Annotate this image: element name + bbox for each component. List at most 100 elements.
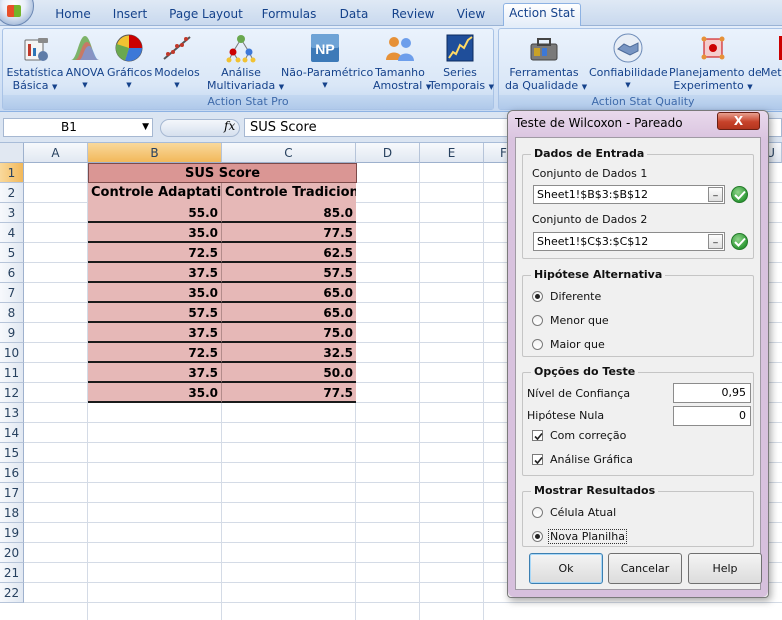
row-header[interactable]: 6 [0,263,24,283]
dropdown-arrow-icon: ▼ [625,81,631,89]
column-header-e[interactable]: E [420,143,484,163]
tab-insert[interactable]: Insert [108,5,152,26]
row-header[interactable]: 15 [0,443,24,463]
tab-page-layout[interactable]: Page Layout [168,5,244,26]
null-hypothesis-input[interactable]: 0 [673,406,751,426]
toolbox-icon [530,38,558,61]
name-box[interactable]: B1 ▼ [3,118,153,137]
column-header-a[interactable]: A [24,143,88,163]
cancel-button[interactable]: Cancelar [608,553,682,584]
handshake-icon [613,33,643,63]
row-header[interactable]: 19 [0,523,24,543]
row-header[interactable]: 5 [0,243,24,263]
column-header-c[interactable]: C [222,143,356,163]
function-icon[interactable]: fx [224,119,235,133]
close-icon[interactable]: X [717,112,760,130]
dataset2-input[interactable]: Sheet1!$C$3:$C$12 _ [533,232,725,251]
header-controle-tradicional[interactable]: Controle Tradicional [222,183,356,203]
row-header[interactable]: 17 [0,483,24,503]
header-controle-adaptativo[interactable]: Controle Adaptativo [88,183,222,203]
column-gridline [483,163,484,620]
row-header[interactable]: 8 [0,303,24,323]
row-header[interactable]: 21 [0,563,24,583]
row-header[interactable]: 11 [0,363,24,383]
data-cell[interactable]: 57.5 [222,263,356,283]
tab-home[interactable]: Home [52,5,94,26]
row-header[interactable]: 18 [0,503,24,523]
radio-nova-planilha[interactable] [532,531,543,542]
tab-formulas[interactable]: Formulas [258,5,320,26]
data-cell[interactable]: 75.0 [222,323,356,343]
data-cell[interactable]: 57.5 [88,303,222,323]
data-cell[interactable]: 62.5 [222,243,356,263]
range-select-button[interactable]: _ [708,234,723,249]
row-header[interactable]: 4 [0,223,24,243]
analise-multivariada-button[interactable]: Análise Multivariada ▼ [207,32,284,94]
tab-review[interactable]: Review [388,5,438,26]
select-all-corner[interactable] [0,143,24,163]
data-cell[interactable]: 65.0 [222,303,356,323]
checkbox-analise-grafica[interactable] [532,454,543,465]
tab-view[interactable]: View [452,5,490,26]
row-header[interactable]: 3 [0,203,24,223]
alternative-hypothesis-group: Hipótese Alternativa Diferente Menor que… [522,268,754,357]
chevron-down-icon[interactable]: ▼ [142,119,149,136]
data-cell[interactable]: 50.0 [222,363,356,383]
tab-data[interactable]: Data [336,5,372,26]
row-header[interactable]: 10 [0,343,24,363]
anova-button[interactable]: ANOVA ▼ [65,32,105,92]
help-button[interactable]: Help [688,553,762,584]
data-cell[interactable]: 85.0 [222,203,356,223]
column-header-d[interactable]: D [356,143,420,163]
confiabilidade-button[interactable]: Confiabilidade ▼ [589,32,668,92]
data-cell[interactable]: 37.5 [88,363,222,383]
nao-parametrico-button[interactable]: NP Não-Paramétrico ▼ [281,32,373,92]
series-temporais-button[interactable]: Series Temporais ▼ [429,32,494,94]
row-header[interactable]: 2 [0,183,24,203]
row-header[interactable]: 14 [0,423,24,443]
range-select-button[interactable]: _ [708,187,723,202]
confidence-input[interactable]: 0,95 [673,383,751,403]
tamanho-amostral-button[interactable]: Tamanho Amostral ▼ [373,32,431,94]
data-cell[interactable]: 32.5 [222,343,356,363]
table-title-cell[interactable]: SUS Score [88,163,357,183]
row-header[interactable]: 12 [0,383,24,403]
data-cell[interactable]: 65.0 [222,283,356,303]
metrologia-button[interactable]: Metr [759,32,782,79]
dropdown-arrow-icon: ▼ [126,81,132,89]
tab-action-stat[interactable]: Action Stat [503,3,581,27]
data-cell[interactable]: 37.5 [88,323,222,343]
row-header[interactable]: 7 [0,283,24,303]
ferramentas-qualidade-button[interactable]: Ferramentas da Qualidade ▼ [505,32,587,94]
radio-diferente[interactable] [532,291,543,302]
data-cell[interactable]: 72.5 [88,343,222,363]
data-cell[interactable]: 77.5 [222,223,356,243]
data-cell[interactable]: 55.0 [88,203,222,223]
graficos-button[interactable]: Gráficos ▼ [107,32,152,92]
confidence-label: Nível de Confiança [527,387,631,400]
planejamento-experimento-button[interactable]: Planejamento de Experimento ▼ [669,32,762,94]
radio-celula-atual[interactable] [532,507,543,518]
column-header-b[interactable]: B [88,143,222,163]
radio-menor-que[interactable] [532,315,543,326]
office-button[interactable] [0,0,34,26]
button-label: ANOVA [65,66,105,79]
data-cell[interactable]: 35.0 [88,223,222,243]
row-header[interactable]: 1 [0,163,24,183]
dataset1-input[interactable]: Sheet1!$B$3:$B$12 _ [533,185,725,204]
modelos-button[interactable]: Modelos ▼ [153,32,201,92]
checkbox-com-correcao[interactable] [532,430,543,441]
row-header[interactable]: 9 [0,323,24,343]
row-header[interactable]: 20 [0,543,24,563]
ok-button[interactable]: Ok [529,553,603,584]
row-header[interactable]: 16 [0,463,24,483]
data-cell[interactable]: 37.5 [88,263,222,283]
data-cell[interactable]: 77.5 [222,383,356,403]
estatistica-basica-button[interactable]: Estatística Básica ▼ [5,32,65,94]
data-cell[interactable]: 35.0 [88,383,222,403]
data-cell[interactable]: 72.5 [88,243,222,263]
data-cell[interactable]: 35.0 [88,283,222,303]
radio-maior-que[interactable] [532,339,543,350]
row-header[interactable]: 13 [0,403,24,423]
row-header[interactable]: 22 [0,583,24,603]
